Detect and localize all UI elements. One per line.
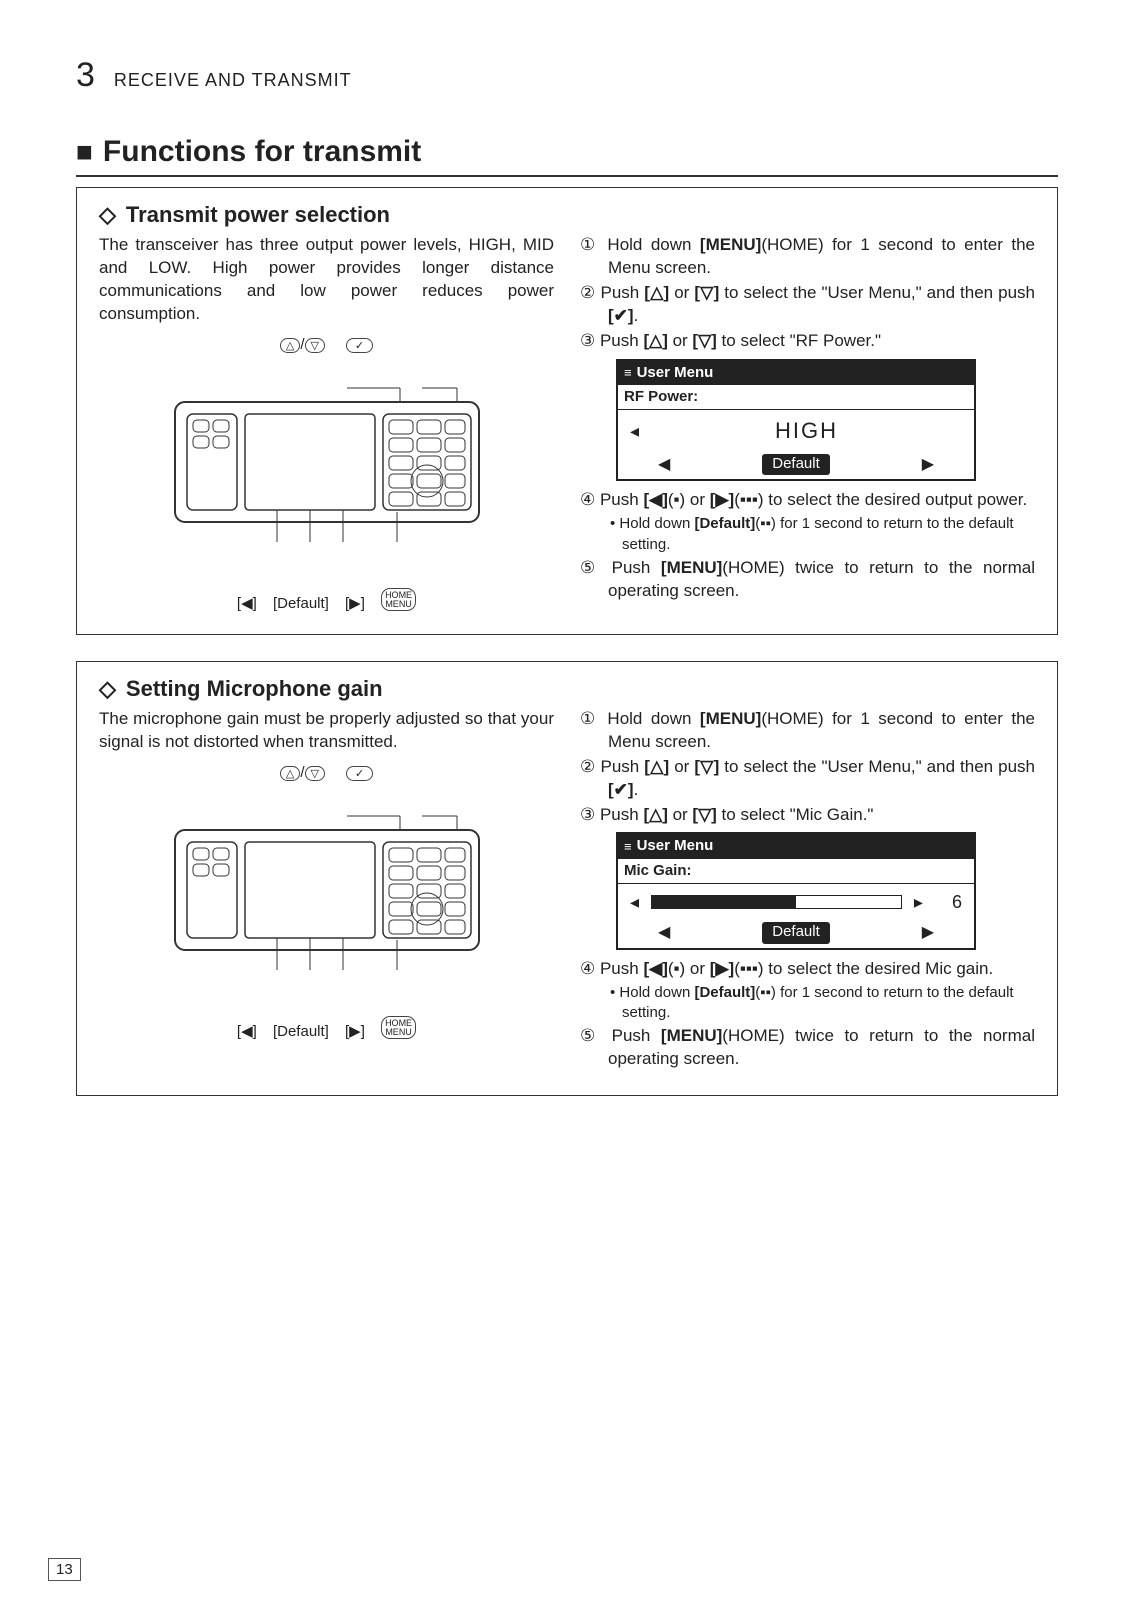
default-label: Default	[762, 454, 830, 475]
home-menu-chip-icon: HOMEMENU	[381, 1016, 416, 1039]
callout-default: [Default]	[273, 1023, 329, 1040]
right-nav-icon: ▶	[922, 454, 934, 476]
updown-callout: △/▽ ✓	[99, 764, 554, 781]
chapter-title: RECEIVE AND TRANSMIT	[114, 70, 352, 91]
diamond-bullet-icon: ◇	[99, 202, 116, 227]
section2-intro: The microphone gain must be properly adj…	[99, 708, 554, 754]
title-underline	[76, 175, 1058, 177]
section2-title-text: Setting Microphone gain	[126, 676, 383, 701]
main-title: ■ Functions for transmit	[76, 135, 1058, 169]
mic-gain-value: 6	[952, 890, 962, 914]
callout-right: [▶]	[345, 595, 365, 612]
callout-left: [◀]	[237, 595, 257, 612]
section1-steps: ① Hold down [MENU](HOME) for 1 second to…	[580, 234, 1035, 612]
left-nav-icon: ◀	[658, 922, 670, 944]
right-triangle-icon: ▸	[914, 890, 923, 914]
section1-title-text: Transmit power selection	[126, 202, 390, 227]
main-title-text: Functions for transmit	[103, 135, 421, 168]
callout-right: [▶]	[345, 1023, 365, 1040]
bottom-callouts: [◀] [Default] [▶] HOMEMENU	[99, 1016, 554, 1040]
section2-steps: ① Hold down [MENU](HOME) for 1 second to…	[580, 708, 1035, 1073]
callout-left: [◀]	[237, 1023, 257, 1040]
section1-title: ◇ Transmit power selection	[99, 202, 1035, 228]
right-nav-icon: ▶	[922, 922, 934, 944]
diamond-bullet-icon: ◇	[99, 676, 116, 701]
default-label: Default	[762, 922, 830, 943]
rf-power-value: HIGH	[775, 416, 838, 446]
section-mic-gain: ◇ Setting Microphone gain The microphone …	[76, 661, 1058, 1096]
left-triangle-icon: ◂	[630, 419, 639, 443]
page-number: 13	[48, 1558, 81, 1581]
updown-callout: △/▽ ✓	[99, 336, 554, 353]
lcd-rf-power: ≡User Menu RF Power: ◂HIGH ◀Default▶	[616, 359, 976, 482]
square-bullet-icon: ■	[76, 136, 93, 167]
page-header: 3 RECEIVE AND TRANSMIT	[76, 56, 1058, 95]
section-transmit-power: ◇ Transmit power selection The transceive…	[76, 187, 1058, 635]
section2-title: ◇ Setting Microphone gain	[99, 676, 1035, 702]
section1-intro: The transceiver has three output power l…	[99, 234, 554, 326]
radio-diagram	[167, 785, 487, 1005]
mic-gain-slider	[651, 895, 902, 909]
lcd-mic-gain: ≡User Menu Mic Gain: ◂ ▸ 6 ◀Default▶	[616, 832, 976, 949]
left-nav-icon: ◀	[658, 454, 670, 476]
chapter-number: 3	[76, 56, 96, 95]
bottom-callouts: [◀] [Default] [▶] HOMEMENU	[99, 588, 554, 612]
radio-diagram	[167, 357, 487, 577]
callout-default: [Default]	[273, 595, 329, 612]
home-menu-chip-icon: HOMEMENU	[381, 588, 416, 611]
left-triangle-icon: ◂	[630, 890, 639, 914]
